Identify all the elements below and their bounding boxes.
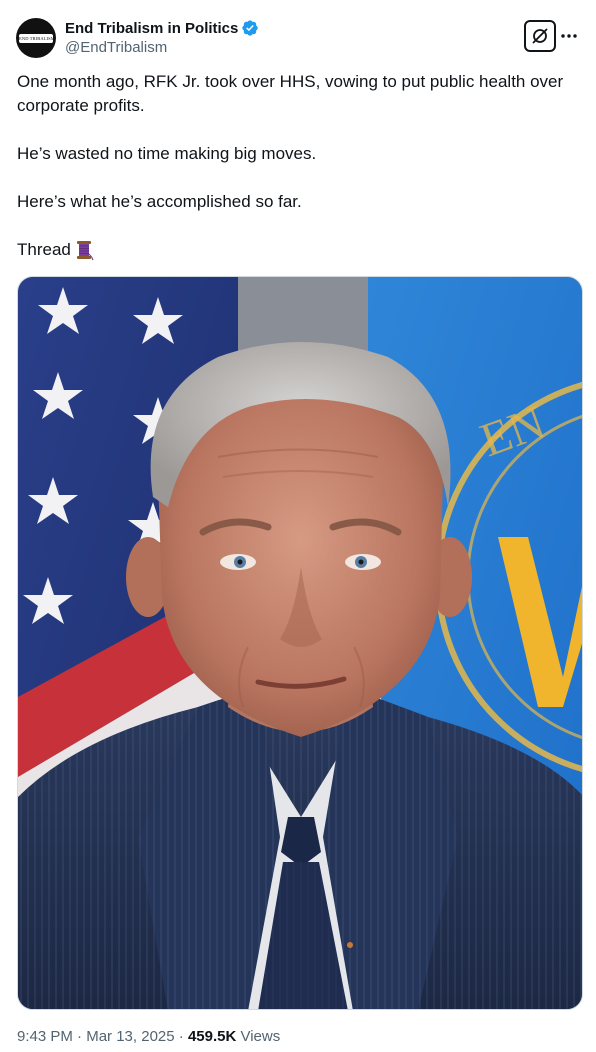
grok-button[interactable]: [524, 20, 556, 52]
tweet-date[interactable]: Mar 13, 2025: [86, 1028, 174, 1045]
tweet-header: END TRIBALISM End Tribalism in Politics …: [16, 16, 580, 60]
meta-separator: ·: [72, 1028, 87, 1045]
tweet-text: One month ago, RFK Jr. took over HHS, vo…: [17, 70, 577, 262]
tweet-metadata: 9:43 PM · Mar 13, 2025 · 459.5K Views: [17, 1027, 280, 1047]
meta-separator: ·: [174, 1028, 188, 1045]
display-name-row: End Tribalism in Politics: [65, 18, 259, 38]
author-avatar[interactable]: END TRIBALISM: [16, 18, 56, 58]
avatar-text: END TRIBALISM: [19, 33, 53, 43]
views-label: Views: [236, 1028, 281, 1045]
tweet-time[interactable]: 9:43 PM: [17, 1028, 73, 1045]
author-names: End Tribalism in Politics @EndTribalism: [65, 18, 259, 58]
author-display-name[interactable]: End Tribalism in Politics: [65, 20, 238, 37]
author-handle[interactable]: @EndTribalism: [65, 38, 259, 58]
views-count[interactable]: 459.5K: [188, 1028, 236, 1045]
tweet-paragraph: Here’s what he’s accomplished so far.: [17, 192, 302, 211]
portrait-image: EN: [18, 277, 582, 1009]
slashed-circle-icon: [532, 28, 548, 44]
thread-label: Thread: [17, 240, 71, 259]
tweet-paragraph: He’s wasted no time making big moves.: [17, 144, 317, 163]
more-options-button[interactable]: [558, 20, 580, 52]
tweet-paragraph: One month ago, RFK Jr. took over HHS, vo…: [17, 72, 564, 115]
spool-of-thread-icon: [76, 241, 94, 261]
verified-badge-icon: [242, 20, 259, 36]
more-dots-icon: [561, 34, 577, 38]
thread-line: Thread: [17, 238, 577, 262]
tweet-photo[interactable]: EN: [17, 276, 583, 1010]
